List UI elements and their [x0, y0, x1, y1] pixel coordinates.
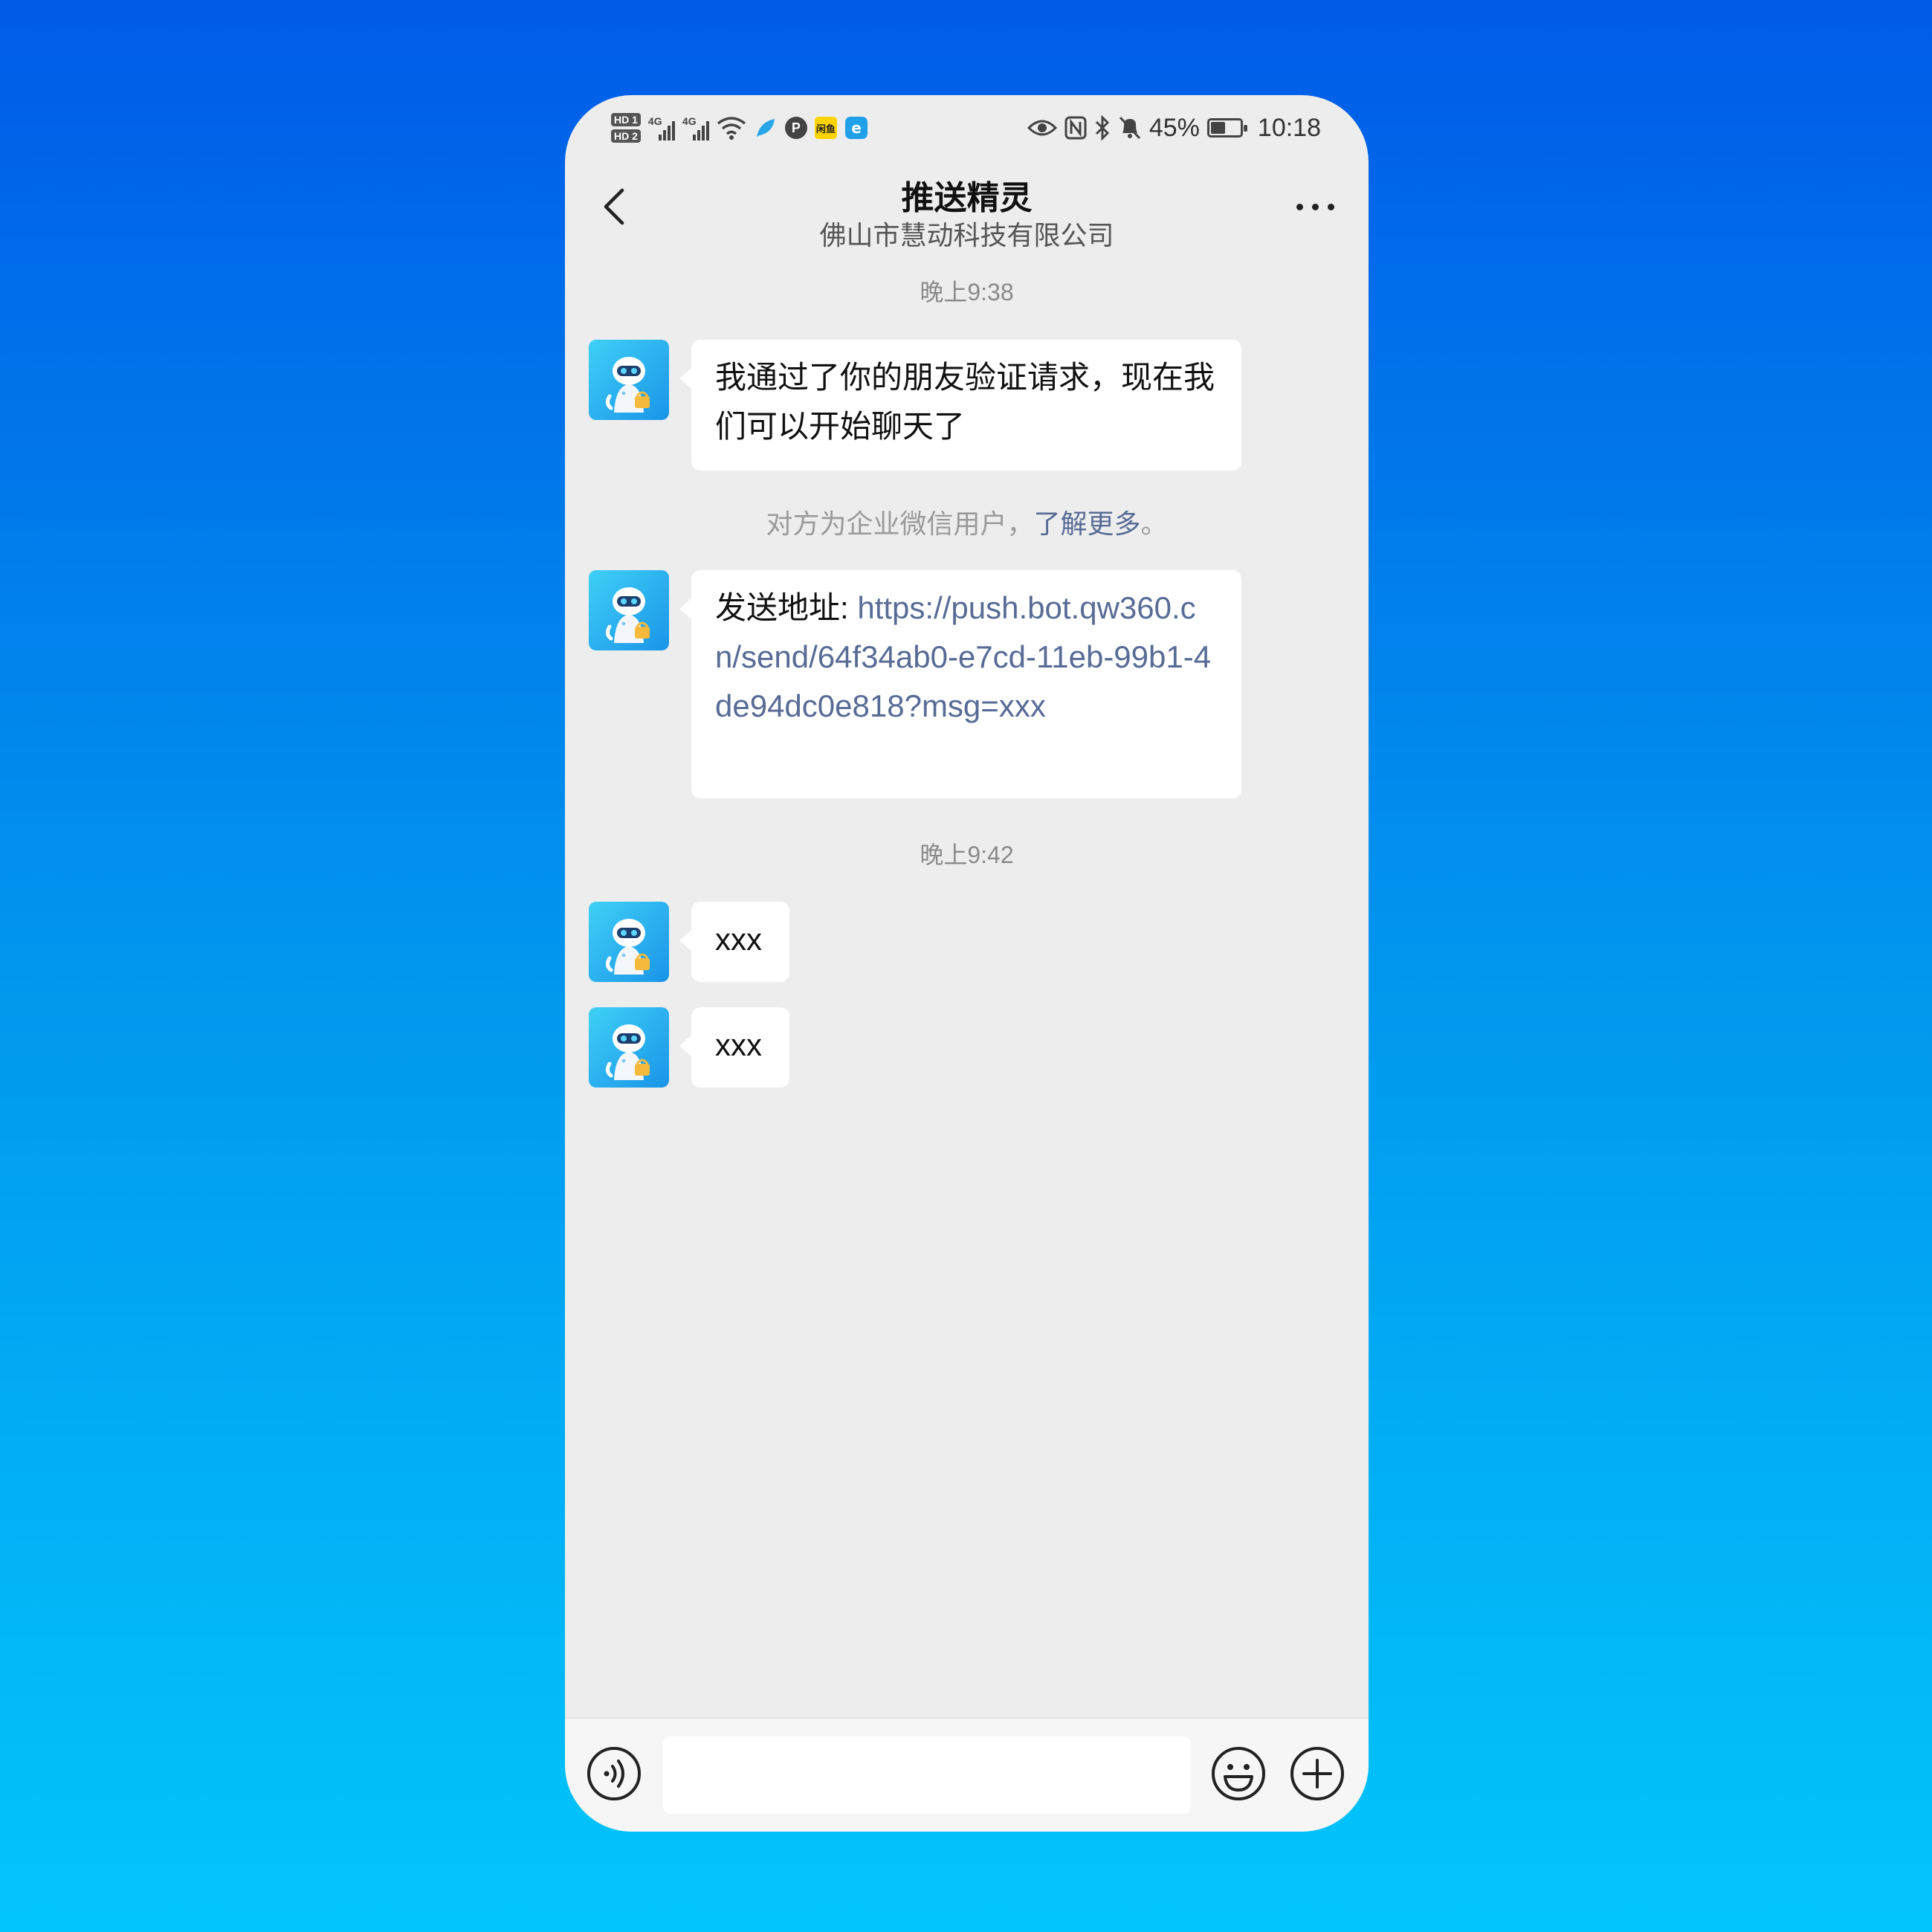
more-dots-icon — [1296, 203, 1334, 210]
system-notice: 对方为企业微信用户，了解更多。 — [565, 503, 1369, 541]
notice-suffix: 。 — [1140, 508, 1168, 539]
chat-title: 推送精灵 — [901, 180, 1033, 216]
message-bubble[interactable]: 发送地址: https://push.bot.qw360.cn/send/64f… — [679, 570, 1241, 798]
robot-avatar-icon — [589, 1007, 669, 1088]
message-text: 发送地址: — [715, 590, 858, 625]
more-functions-button[interactable] — [1288, 1744, 1347, 1803]
message-text: 我通过了你的朋友验证请求，现在我们可以开始聊天了 — [715, 360, 1215, 444]
nfc-icon — [1064, 116, 1087, 140]
robot-avatar-icon — [589, 902, 669, 982]
sim1-label: HD 1 — [611, 113, 641, 126]
emoji-icon — [1212, 1747, 1265, 1800]
learn-more-link[interactable]: 了解更多 — [1033, 508, 1140, 539]
status-bar-right: 45% 10:18 — [1027, 107, 1321, 149]
eye-icon — [1027, 120, 1057, 136]
network-type-label: 4G — [682, 115, 697, 127]
signal-icon: 4G — [648, 115, 675, 140]
timestamp: 晚上9:42 — [920, 841, 1014, 868]
p-app-icon: P — [784, 117, 807, 139]
emoji-button[interactable] — [1209, 1744, 1268, 1803]
svg-text:e: e — [851, 119, 862, 137]
robot-avatar-icon — [589, 570, 669, 650]
e-app-icon: e — [844, 117, 868, 139]
phone-screen: HD 1 HD 2 4G 4G P 闲鱼 e 45% 10:18 推送精灵 佛山… — [565, 95, 1369, 1832]
notice-text: 对方为企业微信用户， — [766, 508, 1034, 539]
xianyu-app-icon: 闲鱼 — [814, 117, 837, 139]
battery-icon — [1206, 118, 1247, 138]
plus-circle-icon — [1290, 1747, 1344, 1800]
avatar[interactable] — [589, 570, 669, 650]
message-bubble[interactable]: xxx — [679, 902, 789, 982]
hd-icon: HD 1 HD 2 — [611, 113, 641, 143]
mute-icon — [1119, 116, 1140, 140]
status-bar-left: HD 1 HD 2 4G 4G P 闲鱼 e — [611, 106, 868, 150]
clock: 10:18 — [1257, 113, 1321, 142]
chat-header: 推送精灵 佛山市慧动科技有限公司 — [565, 155, 1369, 266]
avatar[interactable] — [589, 902, 669, 982]
status-bar: HD 1 HD 2 4G 4G P 闲鱼 e 45% 10:18 — [565, 95, 1369, 155]
sim2-label: HD 2 — [611, 129, 641, 143]
message-bubble[interactable]: 我通过了你的朋友验证请求，现在我们可以开始聊天了 — [679, 340, 1241, 471]
message-bubble[interactable]: xxx — [679, 1007, 789, 1088]
message-text: xxx — [715, 1027, 762, 1062]
avatar[interactable] — [589, 1007, 669, 1088]
more-options-button[interactable] — [1285, 184, 1345, 229]
message-input[interactable] — [663, 1736, 1191, 1814]
voice-button[interactable] — [584, 1744, 644, 1803]
timestamp: 晚上9:38 — [920, 279, 1014, 306]
feather-app-icon — [756, 119, 775, 137]
wifi-icon — [717, 117, 746, 140]
chat-subtitle: 佛山市慧动科技有限公司 — [819, 220, 1114, 251]
robot-avatar-icon — [589, 340, 669, 420]
network-type-label: 4G — [647, 115, 662, 127]
battery-percent: 45% — [1148, 113, 1200, 142]
input-bar — [565, 1717, 1369, 1832]
voice-icon — [587, 1747, 641, 1800]
bluetooth-icon — [1095, 115, 1109, 140]
signal-icon: 4G — [682, 115, 709, 140]
message-text: xxx — [715, 922, 762, 957]
avatar[interactable] — [589, 340, 669, 420]
